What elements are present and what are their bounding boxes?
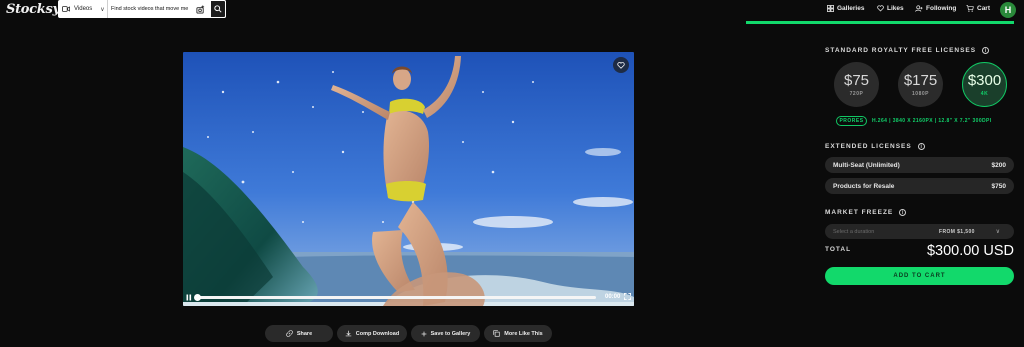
standard-licenses-label: STANDARD ROYALTY FREE LICENSES bbox=[825, 47, 977, 54]
more-like-this-button[interactable]: More Like This bbox=[484, 325, 552, 342]
chevron-down-icon: ∨ bbox=[100, 6, 105, 13]
info-icon[interactable]: i bbox=[917, 143, 925, 150]
license-4k-resolution: 4K bbox=[980, 90, 989, 97]
media-type-select[interactable]: Videos ∨ bbox=[58, 0, 108, 18]
total-value: $300.00 USD bbox=[926, 243, 1014, 259]
nav-following-label: Following bbox=[926, 5, 957, 12]
plus-icon bbox=[421, 331, 427, 336]
extended-license-label: Products for Resale bbox=[833, 182, 895, 190]
search-button[interactable] bbox=[210, 0, 226, 18]
market-freeze-select[interactable]: Select a duration FROM $1,500 ∨ bbox=[825, 224, 1014, 239]
total-label: TOTAL bbox=[825, 246, 852, 253]
market-freeze-placeholder: Select a duration bbox=[833, 228, 875, 235]
nav-cart-label: Cart bbox=[977, 5, 991, 12]
heart-icon bbox=[877, 5, 884, 12]
license-720p-price: $75 bbox=[843, 71, 870, 89]
license-720p-resolution: 720P bbox=[849, 90, 864, 97]
nav-cart[interactable]: Cart bbox=[966, 5, 990, 12]
nav-galleries-label: Galleries bbox=[837, 5, 865, 12]
pause-icon[interactable] bbox=[186, 294, 192, 301]
search-bar: Videos ∨ Find stock videos that move me bbox=[58, 0, 226, 18]
video-frame bbox=[183, 52, 634, 306]
media-type-label: Videos bbox=[74, 6, 93, 12]
nav-likes[interactable]: Likes bbox=[877, 5, 904, 12]
video-scrubber[interactable] bbox=[196, 296, 596, 299]
market-freeze-from-price: FROM $1,500 bbox=[939, 228, 975, 235]
market-freeze-label: MARKET FREEZE bbox=[825, 209, 894, 216]
video-timecode: 00:00 bbox=[605, 294, 621, 300]
link-icon bbox=[286, 330, 293, 337]
add-to-cart-button[interactable]: ADD TO CART bbox=[825, 267, 1014, 285]
video-camera-icon bbox=[62, 6, 70, 12]
more-like-this-label: More Like This bbox=[504, 330, 543, 337]
extended-license-label: Multi-Seat (Unlimited) bbox=[833, 161, 900, 169]
search-icon bbox=[214, 5, 222, 13]
heart-icon bbox=[617, 61, 625, 69]
extended-license-multi-seat[interactable]: Multi-Seat (Unlimited) $200 bbox=[825, 157, 1014, 173]
stocksy-logo[interactable]: Stocksy bbox=[6, 2, 60, 17]
share-button[interactable]: Share bbox=[265, 325, 333, 342]
license-720p-option[interactable]: $75 720P bbox=[834, 62, 879, 107]
search-input[interactable]: Find stock videos that move me bbox=[108, 6, 194, 12]
license-4k-option[interactable]: $300 4K bbox=[962, 62, 1007, 107]
format-badge[interactable]: PRORES bbox=[836, 116, 867, 126]
copy-icon bbox=[493, 330, 500, 337]
fullscreen-icon[interactable] bbox=[624, 293, 631, 300]
save-to-gallery-label: Save to Gallery bbox=[430, 330, 471, 337]
info-icon[interactable]: i bbox=[982, 47, 990, 54]
chevron-down-icon: ∨ bbox=[995, 229, 1000, 235]
format-specs: H.264 | 3840 X 2160PX | 12.8" X 7.2" 300… bbox=[872, 118, 992, 124]
save-to-gallery-button[interactable]: Save to Gallery bbox=[411, 325, 480, 342]
nav-following[interactable]: Following bbox=[915, 5, 956, 12]
extended-licenses-label: EXTENDED LICENSES bbox=[825, 143, 912, 150]
like-video-button[interactable] bbox=[613, 57, 629, 73]
scrubber-handle[interactable] bbox=[194, 294, 201, 301]
license-1080p-option[interactable]: $175 1080P bbox=[898, 62, 943, 107]
comp-download-button[interactable]: Comp Download bbox=[337, 325, 407, 342]
extended-license-price: $200 bbox=[991, 161, 1006, 169]
cart-icon bbox=[966, 5, 974, 12]
user-avatar[interactable]: H bbox=[1000, 2, 1016, 18]
comp-download-label: Comp Download bbox=[355, 330, 400, 337]
standard-licenses-heading: STANDARD ROYALTY FREE LICENSES i bbox=[825, 47, 990, 54]
galleries-icon bbox=[827, 5, 834, 12]
license-4k-price: $300 bbox=[967, 71, 1002, 89]
license-1080p-resolution: 1080P bbox=[912, 90, 929, 97]
share-label: Share bbox=[296, 330, 313, 337]
video-player[interactable] bbox=[183, 52, 634, 306]
download-icon bbox=[345, 330, 352, 337]
info-icon[interactable]: i bbox=[899, 209, 907, 216]
extended-licenses-heading: EXTENDED LICENSES i bbox=[825, 143, 925, 150]
add-user-icon bbox=[915, 5, 923, 12]
license-1080p-price: $175 bbox=[903, 71, 938, 89]
extended-license-price: $750 bbox=[991, 182, 1006, 190]
visual-search-icon[interactable] bbox=[194, 3, 206, 15]
page-progress-bar bbox=[746, 21, 1014, 24]
nav-likes-label: Likes bbox=[887, 5, 904, 12]
nav-galleries[interactable]: Galleries bbox=[827, 5, 864, 12]
extended-license-resale[interactable]: Products for Resale $750 bbox=[825, 178, 1014, 194]
market-freeze-heading: MARKET FREEZE i bbox=[825, 209, 907, 216]
